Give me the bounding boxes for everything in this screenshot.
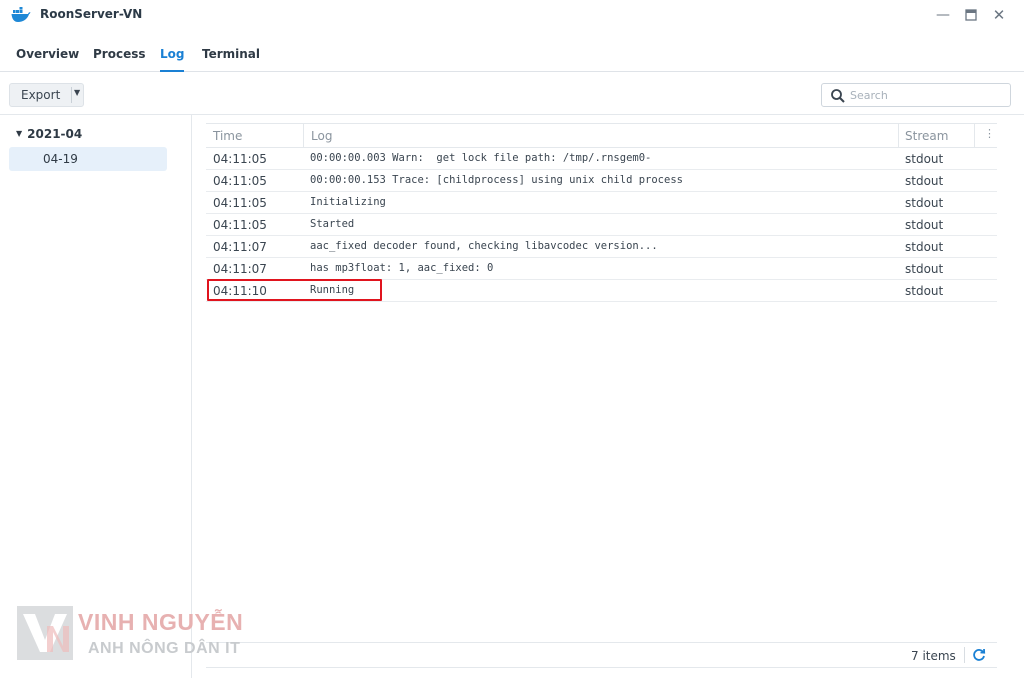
cell-log: has mp3float: 1, aac_fixed: 0 (310, 262, 494, 274)
table-row[interactable]: 04:11:07 has mp3float: 1, aac_fixed: 0 s… (206, 258, 997, 280)
title-bar: RoonServer-VN — ✕ (0, 0, 1024, 32)
cell-stream: stdout (905, 240, 944, 254)
cell-log: 00:00:00.003 Warn: get lock file path: /… (310, 152, 652, 164)
tab-bar: Overview Process Log Terminal (0, 42, 1024, 72)
watermark-name: VINH NGUYỄN (78, 609, 244, 635)
refresh-icon[interactable] (971, 647, 987, 663)
cell-log: Started (310, 218, 355, 230)
table-row[interactable]: 04:11:07 aac_fixed decoder found, checki… (206, 236, 997, 258)
cell-time: 04:11:05 (213, 196, 267, 210)
column-menu-icon[interactable]: ⋮ (984, 127, 995, 145)
export-divider (71, 87, 72, 103)
search-box[interactable] (821, 83, 1011, 107)
cell-log: Initializing (310, 196, 386, 208)
cell-time: 04:11:05 (213, 152, 267, 166)
search-input[interactable] (850, 87, 1005, 103)
column-divider[interactable] (303, 124, 304, 148)
tree-item-04-19[interactable]: 04-19 (9, 147, 167, 171)
table-row[interactable]: 04:11:05 00:00:00.153 Trace: [childproce… (206, 170, 997, 192)
column-header-time[interactable]: Time (213, 129, 242, 143)
cell-stream: stdout (905, 284, 944, 298)
tab-log[interactable]: Log (160, 47, 185, 72)
column-divider[interactable] (974, 124, 975, 148)
highlight-annotation (207, 279, 382, 301)
close-button[interactable]: ✕ (990, 6, 1008, 24)
export-label: Export (21, 88, 61, 102)
toolbar-divider (0, 114, 1024, 115)
window-title: RoonServer-VN (40, 7, 143, 21)
cell-time: 04:11:05 (213, 218, 267, 232)
cell-stream: stdout (905, 152, 944, 166)
cell-stream: stdout (905, 218, 944, 232)
cell-log: aac_fixed decoder found, checking libavc… (310, 240, 658, 252)
watermark-subtitle: ANH NÔNG DÂN IT (88, 640, 241, 657)
export-button[interactable]: Export ▼ (9, 83, 84, 107)
column-divider[interactable] (898, 124, 899, 148)
cell-time: 04:11:05 (213, 174, 267, 188)
cell-log: 00:00:00.153 Trace: [childprocess] using… (310, 174, 683, 186)
column-header-log[interactable]: Log (311, 129, 332, 143)
tree-item-label: 04-19 (43, 152, 78, 166)
dropdown-caret-icon[interactable]: ▼ (74, 88, 80, 97)
search-icon (831, 89, 845, 103)
item-count: 7 items (911, 649, 956, 663)
watermark-logo-icon (17, 606, 73, 660)
maximize-icon (965, 9, 977, 21)
maximize-button[interactable] (962, 6, 980, 24)
footer-divider (206, 642, 997, 643)
panel-divider (191, 115, 192, 678)
tab-overview[interactable]: Overview (16, 47, 79, 72)
tree-group-label: 2021-04 (27, 127, 83, 141)
expand-caret-icon: ▼ (16, 129, 23, 138)
table-row[interactable]: 04:11:05 00:00:00.003 Warn: get lock fil… (206, 148, 997, 170)
column-header-stream[interactable]: Stream (905, 129, 948, 143)
cell-time: 04:11:07 (213, 240, 267, 254)
footer-bottom-border (206, 667, 997, 668)
table-row[interactable]: 04:11:05 Initializing stdout (206, 192, 997, 214)
tree-group-2021-04[interactable]: ▼ 2021-04 (16, 127, 82, 141)
log-grid-header: Time Log Stream ⋮ (206, 123, 997, 148)
docker-whale-icon (11, 7, 31, 22)
cell-stream: stdout (905, 196, 944, 210)
cell-time: 04:11:07 (213, 262, 267, 276)
minimize-button[interactable]: — (934, 6, 952, 24)
cell-stream: stdout (905, 174, 944, 188)
tab-process[interactable]: Process (93, 47, 146, 72)
footer-separator (964, 647, 965, 663)
tab-terminal[interactable]: Terminal (202, 47, 260, 72)
cell-stream: stdout (905, 262, 944, 276)
table-row[interactable]: 04:11:05 Started stdout (206, 214, 997, 236)
